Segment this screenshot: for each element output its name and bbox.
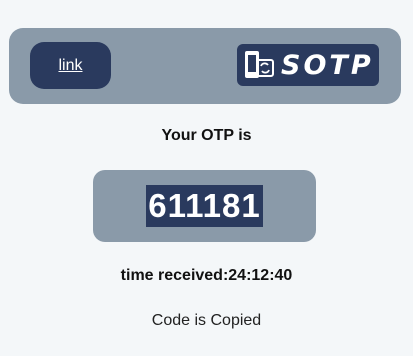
time-received: time received:24:12:40 xyxy=(120,267,293,284)
link-button[interactable]: link xyxy=(30,42,111,89)
otp-label: Your OTP is xyxy=(161,127,252,144)
otp-code[interactable]: 611181 xyxy=(146,185,263,227)
otp-box: 611181 xyxy=(93,170,316,242)
logo-text: SOTP xyxy=(281,49,374,81)
copy-status-text: Code is Copied xyxy=(151,312,262,329)
header-bar: link SOTP xyxy=(9,28,401,104)
sotp-logo: SOTP xyxy=(237,44,379,86)
phone-sync-icon xyxy=(245,51,274,78)
